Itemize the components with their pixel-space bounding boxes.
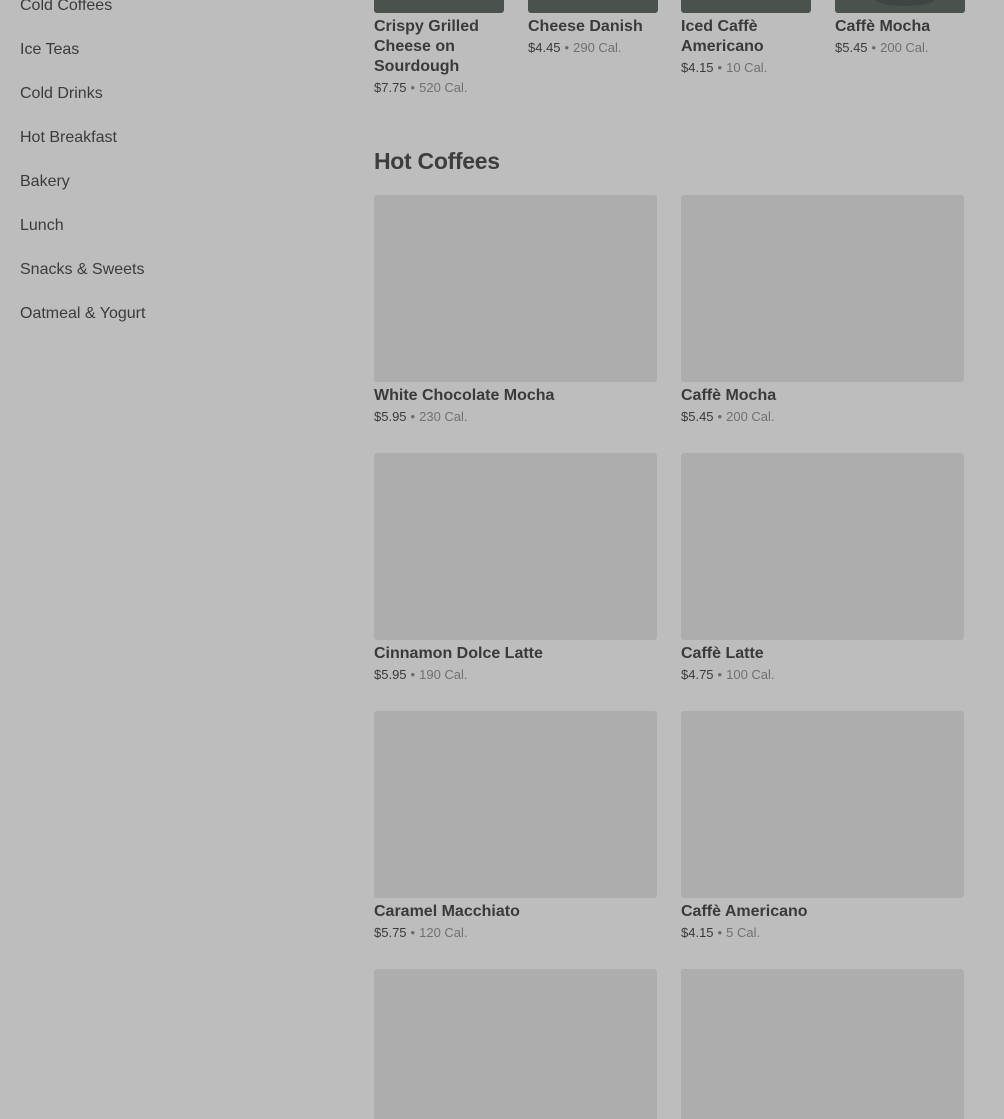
product-image [681, 0, 811, 13]
product-price: $5.95 [374, 667, 407, 682]
product-name: Iced Caffè Americano [681, 18, 764, 55]
product-card[interactable]: Caffè Latte $4.75 • 100 Cal. [681, 453, 964, 683]
product-image [681, 711, 964, 898]
product-card[interactable]: Caffè Mocha $5.45 • 200 Cal. [681, 195, 964, 425]
product-image [681, 969, 964, 1119]
product-price: $5.45 [681, 409, 714, 424]
product-meta: $7.75 • 520 Cal. [374, 80, 504, 96]
featured-card[interactable]: Caffè Mocha $5.45 • 200 Cal. [835, 0, 965, 56]
separator-dot: • [564, 40, 570, 55]
separator-dot: • [717, 667, 723, 682]
product-name: Caffè Latte [681, 645, 764, 662]
product-image [681, 195, 964, 382]
section-title-hot-coffees: Hot Coffees [374, 148, 500, 174]
product-name: White Chocolate Mocha [374, 387, 555, 404]
sidebar-item-cold-coffees[interactable]: Cold Coffees [20, 0, 320, 28]
product-image [374, 195, 657, 382]
product-calories: 200 Cal. [726, 409, 775, 424]
sidebar-item-ice-teas[interactable]: Ice Teas [20, 28, 320, 72]
sidebar-item-bakery[interactable]: Bakery [20, 160, 320, 204]
featured-card[interactable]: Cheese Danish $4.45 • 290 Cal. [528, 0, 658, 56]
product-calories: 520 Cal. [419, 80, 468, 95]
product-price: $4.15 [681, 925, 714, 940]
featured-row: Crispy Grilled Cheese on Sourdough $7.75… [374, 0, 1004, 110]
product-card[interactable] [374, 969, 657, 1119]
product-card[interactable] [681, 969, 964, 1119]
product-calories: 190 Cal. [419, 667, 468, 682]
product-meta: $5.75 • 120 Cal. [374, 925, 657, 941]
product-image [528, 0, 658, 13]
product-name: Crispy Grilled Cheese on Sourdough [374, 18, 479, 75]
product-calories: 10 Cal. [726, 60, 768, 75]
product-calories: 100 Cal. [726, 667, 775, 682]
separator-dot: • [410, 925, 416, 940]
product-price: $5.45 [835, 40, 868, 55]
product-calories: 290 Cal. [573, 40, 622, 55]
product-meta: $5.45 • 200 Cal. [835, 40, 965, 56]
menu-main: Crispy Grilled Cheese on Sourdough $7.75… [374, 0, 1004, 1119]
product-price: $4.15 [681, 60, 714, 75]
product-price: $5.95 [374, 409, 407, 424]
separator-dot: • [871, 40, 877, 55]
separator-dot: • [410, 667, 416, 682]
product-meta: $5.95 • 230 Cal. [374, 409, 657, 425]
product-image [374, 711, 657, 898]
product-meta: $4.75 • 100 Cal. [681, 667, 964, 683]
product-meta: $4.15 • 10 Cal. [681, 60, 811, 76]
product-calories: 200 Cal. [880, 40, 929, 55]
product-card[interactable]: Cinnamon Dolce Latte $5.95 • 190 Cal. [374, 453, 657, 683]
product-image [835, 0, 965, 13]
sidebar-item-cold-drinks[interactable]: Cold Drinks [20, 72, 320, 116]
sidebar-item-lunch[interactable]: Lunch [20, 204, 320, 248]
product-price: $5.75 [374, 925, 407, 940]
product-price: $7.75 [374, 80, 407, 95]
product-calories: 120 Cal. [419, 925, 468, 940]
product-meta: $5.45 • 200 Cal. [681, 409, 964, 425]
featured-card[interactable]: Crispy Grilled Cheese on Sourdough $7.75… [374, 0, 504, 96]
product-meta: $4.45 • 290 Cal. [528, 40, 658, 56]
product-image [374, 969, 657, 1119]
product-card[interactable]: White Chocolate Mocha $5.95 • 230 Cal. [374, 195, 657, 425]
separator-dot: • [717, 925, 723, 940]
product-price: $4.45 [528, 40, 561, 55]
product-calories: 230 Cal. [419, 409, 468, 424]
product-name: Cinnamon Dolce Latte [374, 645, 543, 662]
product-card[interactable]: Caramel Macchiato $5.75 • 120 Cal. [374, 711, 657, 941]
product-image [681, 453, 964, 640]
category-sidebar: Cold Coffees Ice Teas Cold Drinks Hot Br… [20, 0, 320, 336]
separator-dot: • [717, 60, 723, 75]
product-meta: $4.15 • 5 Cal. [681, 925, 964, 941]
featured-card[interactable]: Iced Caffè Americano $4.15 • 10 Cal. [681, 0, 811, 76]
product-card[interactable]: Caffè Americano $4.15 • 5 Cal. [681, 711, 964, 941]
product-name: Cheese Danish [528, 18, 643, 35]
separator-dot: • [717, 409, 723, 424]
separator-dot: • [410, 80, 416, 95]
product-name: Caffè Americano [681, 903, 808, 920]
product-meta: $5.95 • 190 Cal. [374, 667, 657, 683]
product-name: Caffè Mocha [681, 387, 777, 404]
product-image [374, 453, 657, 640]
product-name: Caramel Macchiato [374, 903, 520, 920]
sidebar-item-snacks-sweets[interactable]: Snacks & Sweets [20, 248, 320, 292]
sidebar-item-hot-breakfast[interactable]: Hot Breakfast [20, 116, 320, 160]
sidebar-item-oatmeal-yogurt[interactable]: Oatmeal & Yogurt [20, 292, 320, 336]
product-price: $4.75 [681, 667, 714, 682]
product-calories: 5 Cal. [726, 925, 761, 940]
product-name: Caffè Mocha [835, 18, 931, 35]
separator-dot: • [410, 409, 416, 424]
product-image [374, 0, 504, 13]
